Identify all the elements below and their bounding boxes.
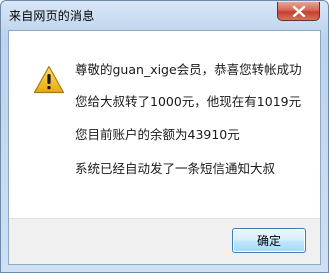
message-line-1: 尊敬的guan_xige会员，恭喜您转帐成功	[75, 62, 302, 77]
window-title: 来自网页的消息	[9, 9, 95, 23]
warning-icon	[33, 65, 65, 94]
dialog-window: 来自网页的消息 尊敬的guan_xige会员，恭喜您转帐成功 您给大叔转了100…	[0, 0, 329, 273]
close-icon	[292, 6, 306, 17]
dialog-content: 尊敬的guan_xige会员，恭喜您转帐成功 您给大叔转了1000元，他现在有1…	[8, 30, 321, 265]
button-bar: 确定	[9, 218, 320, 264]
title-bar[interactable]: 来自网页的消息	[1, 1, 328, 29]
message-line-4: 系统已经自动发了一条短信通知大叔	[75, 161, 276, 176]
ok-button[interactable]: 确定	[232, 228, 306, 253]
message-line-3: 您目前账户的余额为43910元	[75, 127, 240, 142]
message-line-2: 您给大叔转了1000元，他现在有1019元	[75, 94, 302, 109]
close-button[interactable]	[277, 2, 320, 21]
